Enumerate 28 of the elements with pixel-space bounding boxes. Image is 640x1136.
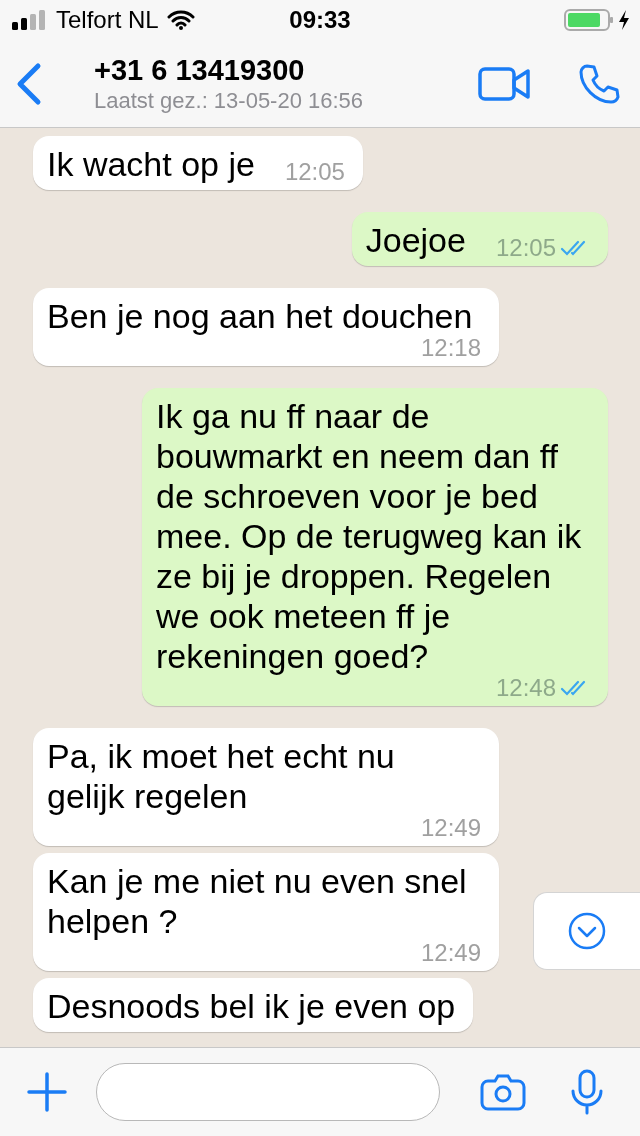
message-text: Ben je nog aan het douchen — [47, 296, 473, 336]
message-text: Joejoe — [365, 220, 466, 260]
wifi-icon — [166, 9, 195, 31]
battery-icon — [564, 8, 614, 32]
message-time: 12:48 — [495, 676, 556, 700]
message-text: Desnoods bel ik je even op — [47, 986, 456, 1026]
add-button[interactable] — [26, 1071, 68, 1113]
message-time: 12:49 — [420, 816, 481, 840]
signal-icon — [10, 9, 48, 31]
message-text: Kan je me niet nu even snel helpen ? — [47, 861, 468, 941]
clock-time: 09:33 — [289, 6, 351, 34]
phone-call-button[interactable] — [578, 62, 620, 105]
carrier-name: Telfort NL — [56, 6, 159, 34]
camera-button[interactable] — [480, 1073, 526, 1111]
chevron-down-icon — [567, 911, 607, 951]
scroll-down-button[interactable] — [533, 892, 640, 970]
video-call-button[interactable] — [478, 65, 532, 102]
charging-icon — [618, 9, 630, 31]
message-text: Ik ga nu ff naar de bouwmarkt en neem dan ff de schroeven voor je bed mee. Op de terugweg kan ik ze bij je droppen. Regelen we ook meteen ff je rekeningen goed? — [156, 396, 583, 676]
message-time: 12:18 — [420, 336, 481, 360]
message-text: Pa, ik moet het echt nu gelijk regelen — [47, 736, 396, 816]
message-time: 12:49 — [420, 941, 481, 965]
last-seen-text: Laatst gez.: 13-05-20 16:56 — [94, 86, 365, 115]
contact-name: +31 6 13419300 — [94, 52, 306, 87]
microphone-button[interactable] — [570, 1069, 604, 1115]
message-time: 12:05 — [284, 160, 345, 184]
message-text: Ik wacht op je — [47, 144, 255, 184]
message-time: 12:05 — [495, 236, 556, 260]
